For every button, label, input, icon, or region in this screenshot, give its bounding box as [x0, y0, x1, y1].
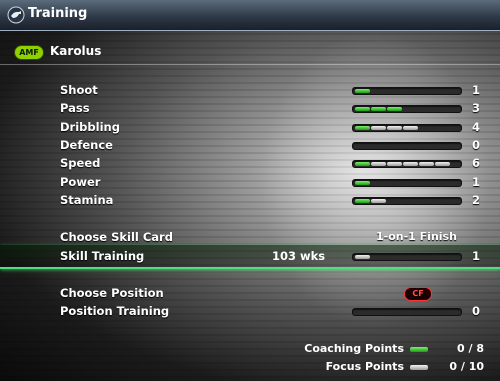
position-training-row[interactable]: Position Training 0: [0, 303, 500, 321]
stat-row-power[interactable]: Power 1: [0, 174, 500, 192]
stat-row-defence[interactable]: Defence 0: [0, 137, 500, 155]
position-training-value: 0: [471, 304, 480, 318]
stat-row-dribbling[interactable]: Dribbling 4: [0, 119, 500, 137]
stat-value: 1: [471, 83, 480, 97]
stat-bar: [352, 87, 462, 95]
bar-segment-green: [371, 107, 386, 111]
bar-segment-green: [355, 199, 370, 203]
bar-segment-green: [387, 107, 402, 111]
bar-segment-grey: [387, 126, 402, 130]
stat-label: Defence: [60, 138, 113, 152]
bar-segment-grey: [355, 255, 370, 259]
skill-training-weeks: 103 wks: [272, 249, 326, 263]
bar-segment-green: [355, 89, 370, 93]
stat-row-stamina[interactable]: Stamina 2: [0, 192, 500, 210]
coaching-points-indicator: [410, 347, 428, 352]
stat-row-shoot[interactable]: Shoot 1: [0, 82, 500, 100]
bar-segment-grey: [371, 199, 386, 203]
stat-label: Stamina: [60, 193, 114, 207]
player-header: AMF Karolus: [0, 42, 500, 64]
coaching-points: Coaching Points 0 / 8: [0, 342, 500, 358]
skill-card-name: 1-on-1 Finish: [376, 230, 457, 243]
stat-bar: [352, 160, 462, 168]
position-training-label: Position Training: [60, 304, 170, 318]
position-selected-badge: CF: [404, 287, 432, 301]
skill-training-label: Skill Training: [60, 249, 145, 263]
stat-row-pass[interactable]: Pass 3: [0, 100, 500, 118]
stat-label: Power: [60, 175, 101, 189]
choose-position-label: Choose Position: [60, 286, 164, 300]
stat-value: 3: [471, 101, 480, 115]
whistle-icon: [7, 6, 25, 24]
stat-value: 0: [471, 138, 480, 152]
bar-segment-green: [355, 162, 370, 166]
stat-label: Shoot: [60, 83, 98, 97]
stat-bar: [352, 142, 462, 150]
skill-training-bar: [352, 253, 462, 261]
stat-label: Speed: [60, 156, 101, 170]
stat-bar: [352, 124, 462, 132]
stat-value: 1: [471, 175, 480, 189]
bar-segment-grey: [403, 126, 418, 130]
bar-segment-green: [355, 181, 370, 185]
focus-points-indicator: [410, 365, 428, 370]
bar-segment-grey: [371, 162, 386, 166]
focus-points: Focus Points 0 / 10: [0, 360, 500, 376]
bar-segment-grey: [387, 162, 402, 166]
divider: [0, 64, 500, 65]
focus-points-label: Focus Points: [325, 360, 404, 373]
position-badge: AMF: [14, 45, 44, 60]
bar-segment-grey: [371, 126, 386, 130]
stat-value: 2: [471, 193, 480, 207]
title-bar: Training: [0, 0, 500, 31]
skill-training-row[interactable]: Skill Training 103 wks 1: [0, 248, 500, 266]
stat-bar: [352, 197, 462, 205]
bar-segment-grey: [419, 162, 434, 166]
stat-row-speed[interactable]: Speed 6: [0, 155, 500, 173]
position-training-bar: [352, 308, 462, 316]
stat-bar: [352, 105, 462, 113]
bar-segment-green: [355, 126, 370, 130]
choose-skill-card-label: Choose Skill Card: [60, 230, 173, 244]
stat-value: 6: [471, 156, 480, 170]
coaching-points-value: 0 / 8: [457, 342, 484, 355]
stat-value: 4: [471, 120, 480, 134]
window-title: Training: [28, 6, 88, 21]
focus-points-value: 0 / 10: [449, 360, 484, 373]
coaching-points-label: Coaching Points: [304, 342, 404, 355]
stat-bar: [352, 179, 462, 187]
bar-segment-grey: [435, 162, 450, 166]
stat-label: Dribbling: [60, 120, 120, 134]
bar-segment-green: [355, 107, 370, 111]
choose-position-row[interactable]: Choose Position CF: [0, 285, 500, 303]
skill-training-value: 1: [471, 249, 480, 263]
player-name: Karolus: [50, 44, 102, 58]
stat-label: Pass: [60, 101, 90, 115]
bar-segment-grey: [403, 162, 418, 166]
